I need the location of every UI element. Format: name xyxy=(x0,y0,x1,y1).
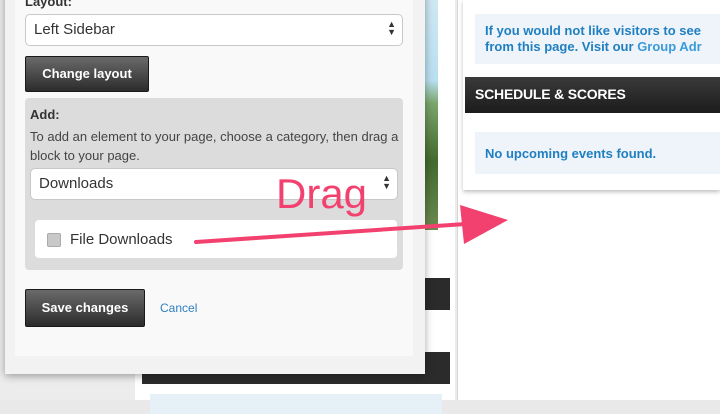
drag-arrow-icon xyxy=(194,205,508,244)
